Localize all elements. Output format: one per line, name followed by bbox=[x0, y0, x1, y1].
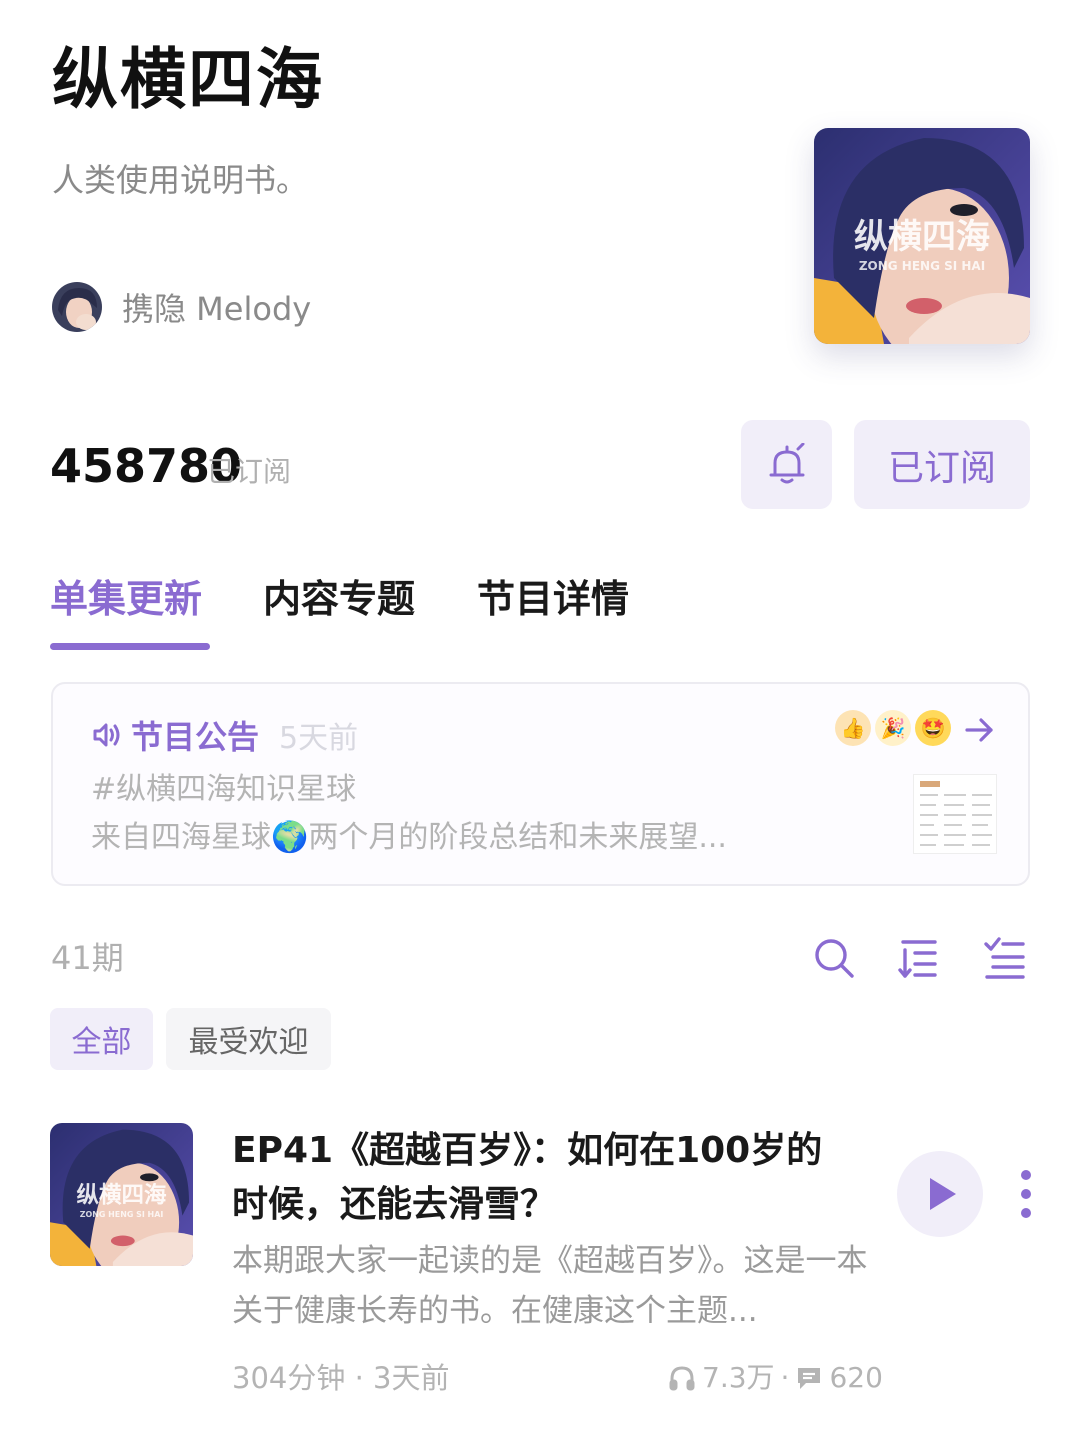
announcement-hashtag: #纵横四海知识星球 bbox=[91, 772, 357, 807]
cover-subtitle-text: ZONG HENG SI HAI bbox=[859, 259, 985, 273]
stats-separator: · bbox=[780, 1361, 790, 1394]
podcast-subtitle: 人类使用说明书。 bbox=[52, 161, 309, 199]
tab-topics[interactable]: 内容专题 bbox=[263, 574, 415, 624]
thumbs-up-icon: 👍 bbox=[835, 710, 871, 746]
author-avatar bbox=[52, 282, 102, 332]
subscriber-label: 已订阅 bbox=[207, 455, 292, 488]
tab-details[interactable]: 节目详情 bbox=[477, 574, 629, 624]
play-icon bbox=[930, 1178, 956, 1210]
episode-title[interactable]: EP41《超越百岁》：如何在100岁的时候，还能去滑雪？ bbox=[232, 1124, 852, 1232]
active-tab-indicator bbox=[50, 643, 210, 650]
filter-all[interactable]: 全部 bbox=[50, 1008, 153, 1070]
star-eyes-icon: 🤩 bbox=[915, 710, 951, 746]
filter-popular[interactable]: 最受欢迎 bbox=[166, 1008, 331, 1070]
arrow-right-icon[interactable] bbox=[963, 710, 995, 759]
comment-icon bbox=[798, 1368, 821, 1389]
episode-count: 41期 bbox=[51, 939, 124, 977]
comment-count: 620 bbox=[829, 1361, 883, 1394]
announcement-thumbnail bbox=[913, 774, 997, 854]
announcement-card[interactable]: 节目公告 5天前 #纵横四海知识星球 来自四海星球🌍两个月的阶段总结和未来展望.… bbox=[51, 682, 1030, 886]
announcement-summary: 来自四海星球🌍两个月的阶段总结和未来展望... bbox=[91, 820, 727, 855]
headphones-icon bbox=[669, 1366, 695, 1391]
episode-cover-title-text: 纵横四海 bbox=[76, 1181, 167, 1208]
more-dot bbox=[1021, 1170, 1031, 1180]
more-options-button[interactable] bbox=[1010, 1170, 1042, 1218]
sort-icon[interactable] bbox=[897, 936, 941, 980]
author-row[interactable]: 携隐 Melody bbox=[52, 280, 311, 334]
episode-cover[interactable]: 纵横四海 ZONG HENG SI HAI bbox=[50, 1123, 193, 1266]
author-name: 携隐 Melody bbox=[122, 290, 312, 328]
episode-description: 本期跟大家一起读的是《超越百岁》。这是一本关于健康长寿的书。在健康这个主题... bbox=[232, 1243, 868, 1329]
tab-episodes[interactable]: 单集更新 bbox=[50, 574, 202, 624]
cover-title-text: 纵横四海 bbox=[854, 217, 990, 257]
announcement-time: 5天前 bbox=[279, 721, 359, 756]
episode-cover-subtitle-text: ZONG HENG SI HAI bbox=[80, 1210, 164, 1219]
episode-duration-time: 304分钟 · 3天前 bbox=[232, 1361, 450, 1395]
more-dot bbox=[1021, 1208, 1031, 1218]
podcast-cover: 纵横四海 ZONG HENG SI HAI bbox=[814, 128, 1030, 344]
announcement-header: 节目公告 5天前 bbox=[91, 712, 358, 758]
more-dot bbox=[1021, 1189, 1031, 1199]
announcement-title: 节目公告 bbox=[131, 718, 260, 756]
announcement-reactions: 👍 🎉 🤩 bbox=[835, 710, 951, 746]
play-count: 7.3万 bbox=[702, 1361, 775, 1394]
podcast-title: 纵横四海 bbox=[52, 41, 324, 118]
filter-list-icon[interactable] bbox=[983, 936, 1027, 980]
speaker-icon bbox=[93, 723, 120, 747]
bell-icon bbox=[769, 442, 804, 483]
subscribed-button[interactable]: 已订阅 bbox=[854, 420, 1030, 509]
search-icon[interactable] bbox=[812, 936, 856, 980]
notify-button[interactable] bbox=[741, 420, 832, 509]
episode-stats: 7.3万 · 620 bbox=[668, 1356, 883, 1400]
play-button[interactable] bbox=[897, 1151, 983, 1237]
party-popper-icon: 🎉 bbox=[875, 710, 911, 746]
